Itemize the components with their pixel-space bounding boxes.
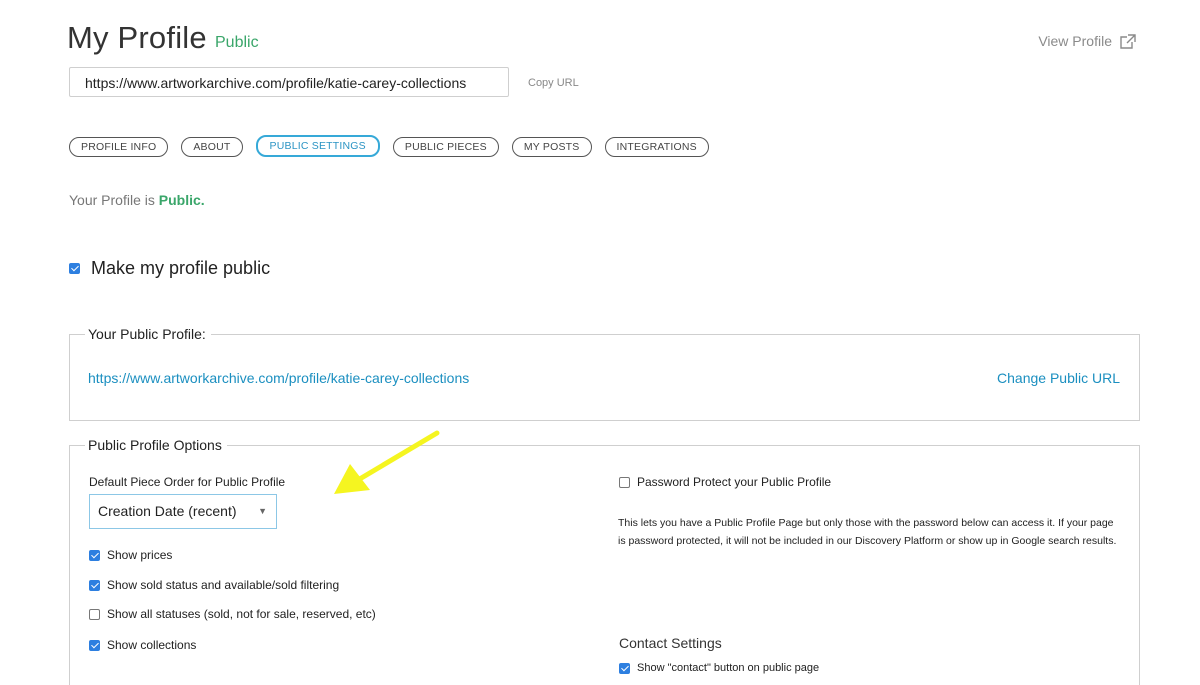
show-all-statuses-label: Show all statuses (sold, not for sale, r… (107, 607, 376, 621)
tab-about[interactable]: ABOUT (181, 137, 243, 157)
contact-button-row[interactable]: Show "contact" button on public page (619, 662, 819, 674)
contact-settings-title: Contact Settings (619, 635, 722, 651)
show-all-statuses-row[interactable]: Show all statuses (sold, not for sale, r… (89, 607, 376, 621)
profile-options-legend: Public Profile Options (85, 437, 227, 453)
profile-status-prefix: Your Profile is (69, 192, 155, 208)
tab-integrations[interactable]: INTEGRATIONS (604, 137, 709, 157)
tab-my-posts[interactable]: MY POSTS (511, 137, 592, 157)
show-sold-status-row[interactable]: Show sold status and available/sold filt… (89, 578, 339, 592)
make-public-checkbox[interactable] (69, 263, 80, 274)
change-public-url-link[interactable]: Change Public URL (997, 370, 1120, 386)
show-sold-status-checkbox[interactable] (89, 579, 100, 591)
page-title: My Profile (67, 20, 207, 55)
view-profile-link[interactable]: View Profile (1038, 33, 1136, 49)
password-protect-checkbox[interactable] (619, 476, 630, 488)
tab-profile-info[interactable]: PROFILE INFO (69, 137, 169, 157)
view-profile-label: View Profile (1038, 33, 1112, 49)
contact-button-checkbox[interactable] (619, 662, 630, 674)
public-profile-legend: Your Public Profile: (85, 326, 211, 342)
show-prices-checkbox[interactable] (89, 549, 100, 561)
show-collections-row[interactable]: Show collections (89, 638, 196, 652)
contact-button-label: Show "contact" button on public page (637, 662, 820, 674)
profile-status-value: Public. (158, 192, 205, 208)
show-collections-label: Show collections (107, 638, 197, 652)
profile-status-tag: Public (215, 34, 259, 51)
external-link-icon (1119, 33, 1136, 49)
tab-public-settings[interactable]: PUBLIC SETTINGS (255, 135, 380, 157)
show-prices-label: Show prices (107, 548, 173, 562)
password-protect-description: This lets you have a Public Profile Page… (618, 517, 1117, 547)
show-prices-row[interactable]: Show prices (89, 548, 172, 562)
profile-status-line: Your Profile is Public. (69, 192, 205, 208)
password-protect-label: Password Protect your Public Profile (637, 475, 832, 489)
piece-order-select[interactable]: Creation Date (recent) ▼ (89, 494, 277, 529)
copy-url-button[interactable]: Copy URL (528, 77, 579, 89)
profile-tabs: PROFILE INFO ABOUT PUBLIC SETTINGS PUBLI… (69, 135, 709, 157)
tab-public-pieces[interactable]: PUBLIC PIECES (392, 137, 499, 157)
piece-order-label: Default Piece Order for Public Profile (89, 475, 286, 489)
show-sold-status-label: Show sold status and available/sold filt… (107, 578, 340, 592)
show-all-statuses-checkbox[interactable] (89, 608, 100, 620)
public-profile-url-link[interactable]: https://www.artworkarchive.com/profile/k… (88, 370, 469, 386)
make-public-label: Make my profile public (91, 258, 271, 278)
annotation-arrow-icon (328, 428, 443, 505)
make-public-row[interactable]: Make my profile public (69, 258, 270, 279)
password-protect-row[interactable]: Password Protect your Public Profile (619, 475, 831, 489)
profile-url-field[interactable]: https://www.artworkarchive.com/profile/k… (69, 67, 509, 97)
piece-order-value: Creation Date (recent) (98, 503, 237, 519)
show-collections-checkbox[interactable] (89, 639, 100, 651)
caret-down-icon: ▼ (258, 506, 267, 516)
